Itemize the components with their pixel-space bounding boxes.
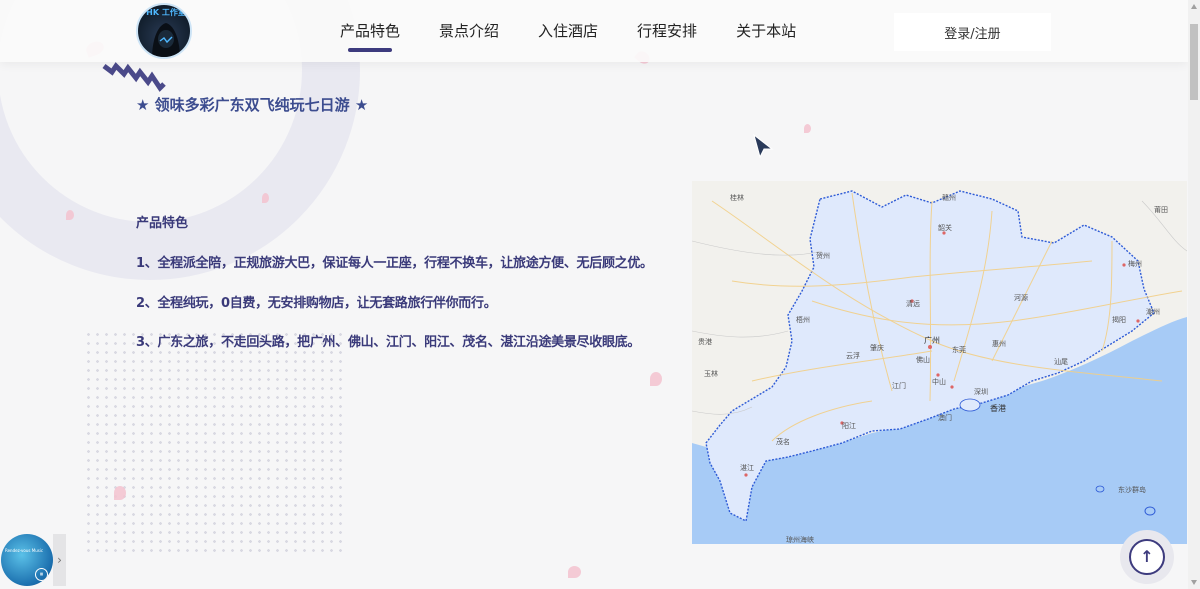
pause-icon[interactable]: ⏸ [35, 568, 48, 581]
map-label: 江门 [892, 382, 906, 390]
map-label: 惠州 [992, 340, 1006, 348]
map-label: 贺州 [816, 252, 830, 260]
nav-item-attractions[interactable]: 景点介绍 [439, 0, 499, 62]
petal-decoration [804, 124, 811, 133]
section-title: 产品特色 [136, 216, 189, 231]
map-label: 澳门 [938, 414, 952, 422]
map-label: 贵港 [698, 338, 712, 346]
nav-item-about[interactable]: 关于本站 [736, 0, 796, 62]
map-label: 茂名 [776, 438, 790, 446]
decorative-dot-pattern [84, 330, 344, 552]
map-label: 深圳 [974, 388, 988, 396]
main-nav: 产品特色 景点介绍 入住酒店 行程安排 关于本站 [340, 0, 835, 62]
scroll-down-icon[interactable] [1191, 580, 1197, 585]
map-label: 赣州 [942, 194, 956, 202]
feature-item: 3、广东之旅，不走回头路，把广州、佛山、江门、阳江、茂名、湛江沿途美景尽收眼底。 [136, 335, 641, 350]
map-label: 梧州 [796, 316, 810, 324]
petal-decoration [650, 372, 662, 386]
map-label: 揭阳 [1112, 316, 1126, 324]
map-label: 香港 [990, 404, 1006, 413]
mouse-cursor-icon [753, 133, 774, 159]
guangdong-map[interactable]: 桂林 赣州 莆田 韶关 贺州 梅州 河源 清远 梧州 揭阳 潮州 广州 肇庆 东… [692, 181, 1187, 544]
scroll-thumb[interactable] [1190, 24, 1198, 100]
scroll-up-icon[interactable] [1191, 4, 1197, 9]
map-label: 广州 [924, 336, 940, 345]
map-label: 河源 [1014, 294, 1028, 302]
player-toggle-chevron-icon[interactable]: › [53, 534, 66, 586]
map-label: 汕尾 [1054, 358, 1068, 366]
map-label: 清远 [906, 300, 920, 308]
back-to-top-button[interactable]: ↑ [1120, 530, 1174, 584]
nav-item-itinerary[interactable]: 行程安排 [637, 0, 697, 62]
map-label: 肇庆 [870, 344, 884, 352]
petal-decoration [66, 210, 74, 220]
map-label: 阳江 [842, 422, 856, 430]
map-label: 莆田 [1154, 206, 1168, 214]
login-register-button[interactable]: 登录/注册 [894, 13, 1051, 51]
map-label: 东沙群岛 [1118, 486, 1146, 494]
map-label: 梅州 [1128, 260, 1142, 268]
map-label: 玉林 [704, 370, 718, 378]
map-label: 韶关 [938, 224, 952, 232]
map-label: 云浮 [846, 352, 860, 360]
arrow-up-icon: ↑ [1129, 539, 1165, 575]
map-label: 中山 [932, 378, 946, 386]
player-caption: Rendez-vous Music [5, 548, 44, 553]
map-label: 佛山 [916, 356, 930, 364]
petal-decoration [568, 566, 581, 578]
map-label: 桂林 [730, 194, 744, 202]
map-label: 琼州海峡 [786, 536, 814, 544]
map-label: 潮州 [1146, 308, 1160, 316]
hooded-figure-icon [152, 23, 180, 57]
nav-item-hotels[interactable]: 入住酒店 [538, 0, 598, 62]
site-logo[interactable]: HK 工作室 [136, 3, 192, 59]
page-title: ★ 领味多彩广东双飞纯玩七日游 ★ [136, 96, 369, 114]
site-header: HK 工作室 产品特色 景点介绍 入住酒店 行程安排 关于本站 登录/注册 [0, 0, 1188, 62]
nav-item-features[interactable]: 产品特色 [340, 0, 400, 62]
map-label: 湛江 [740, 464, 754, 472]
map-graphic [692, 190, 1187, 544]
music-player[interactable]: Rendez-vous Music ⏸ [1, 534, 53, 586]
petal-decoration [262, 193, 269, 203]
feature-item: 2、全程纯玩，0自费，无安排购物店，让无套路旅行伴你而行。 [136, 296, 497, 311]
map-label: 东莞 [952, 346, 966, 354]
feature-item: 1、全程派全陪，正规旅游大巴，保证每人一正座，行程不换车，让旅途方便、无后顾之优… [136, 256, 653, 271]
petal-decoration [114, 486, 126, 500]
page-scrollbar[interactable] [1188, 0, 1200, 589]
